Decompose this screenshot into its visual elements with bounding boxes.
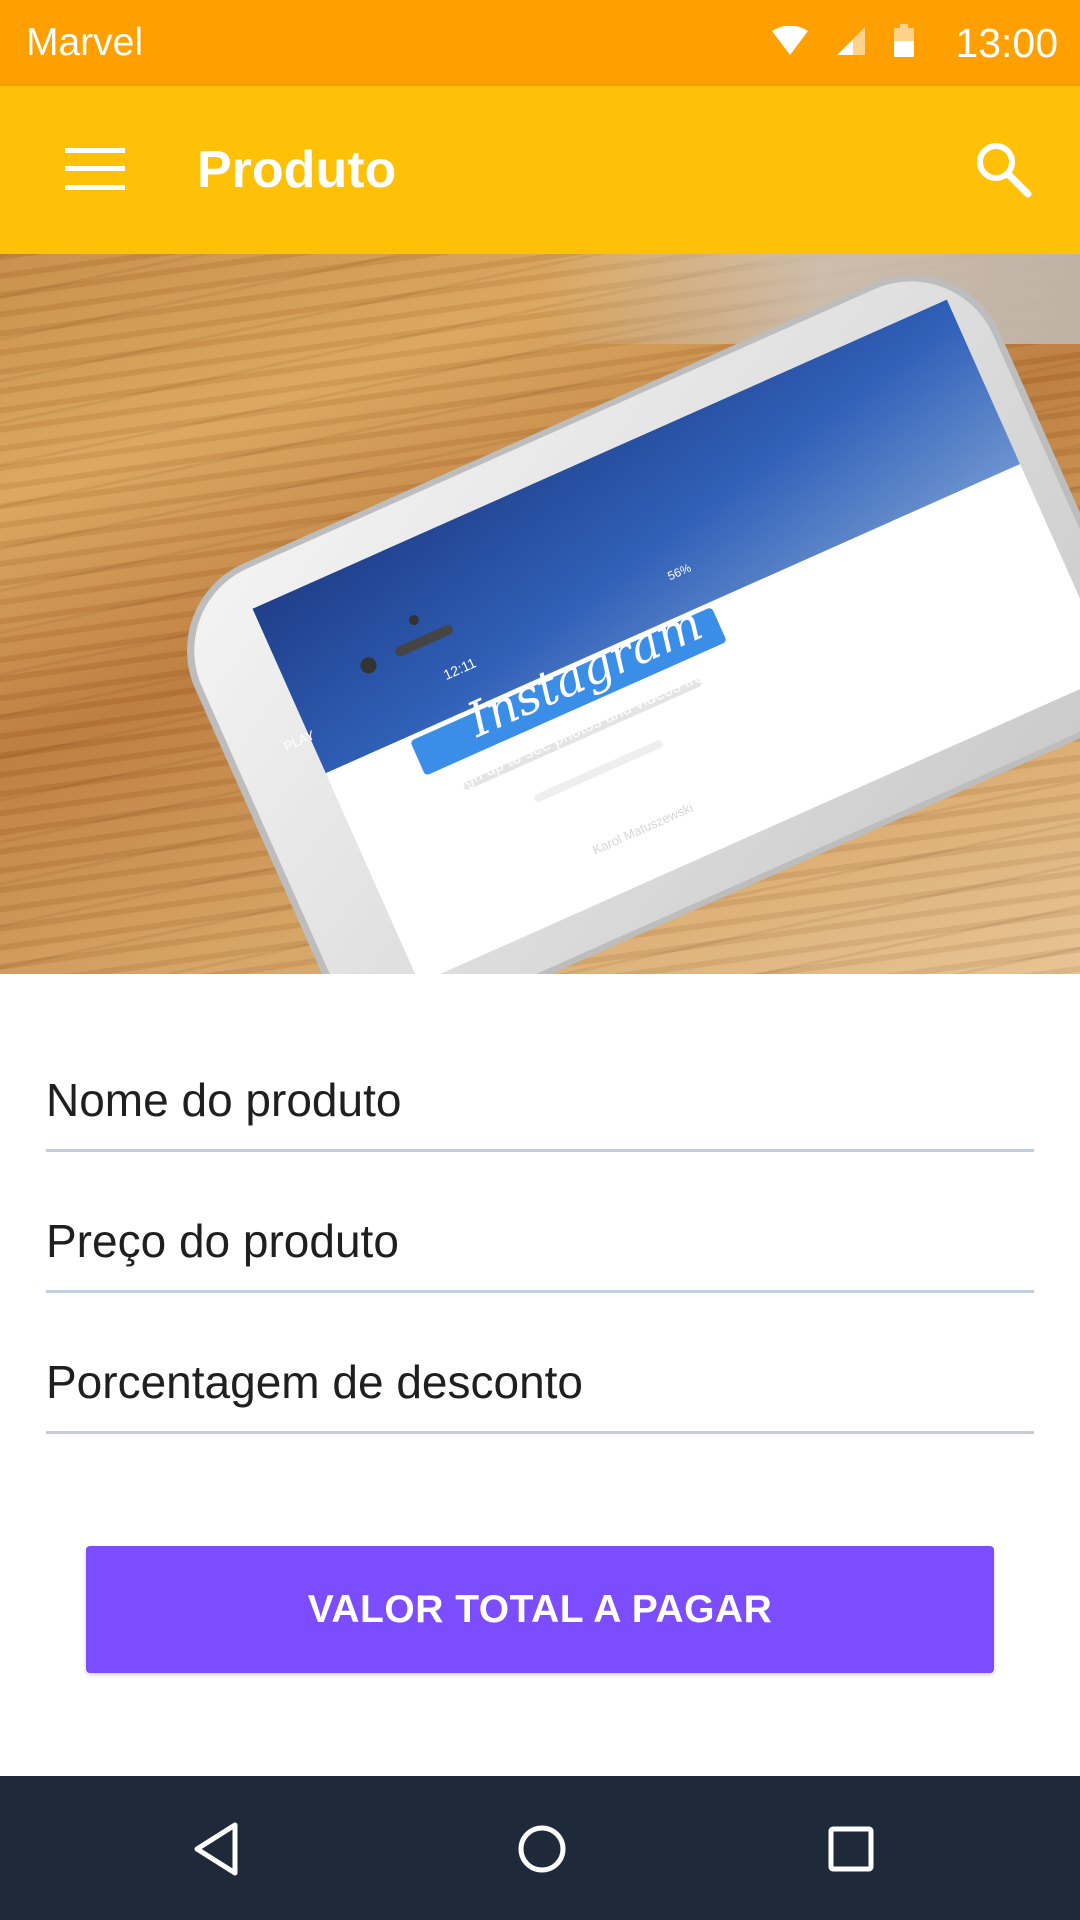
home-icon — [514, 1821, 570, 1882]
menu-button[interactable] — [50, 136, 140, 206]
product-name-input[interactable] — [46, 1073, 1034, 1127]
discount-field-wrapper — [46, 1293, 1034, 1434]
search-button[interactable] — [960, 128, 1046, 214]
status-time: 13:00 — [955, 19, 1058, 66]
status-bar: Marvel 13:00 — [0, 0, 1080, 86]
home-button[interactable] — [507, 1816, 577, 1886]
system-nav-bar — [0, 1776, 1080, 1920]
carrier-name: Marvel — [26, 21, 144, 64]
product-price-field-wrapper — [46, 1152, 1034, 1293]
search-icon — [974, 140, 1032, 203]
product-form — [46, 1040, 1034, 1434]
back-button[interactable] — [182, 1816, 252, 1886]
back-icon — [189, 1821, 245, 1882]
wifi-icon — [771, 25, 809, 61]
phone-illustration: Instagram 12:11 PLAY Sign up to see phot… — [187, 274, 1080, 974]
product-name-field-wrapper — [46, 1040, 1034, 1152]
recents-icon — [823, 1821, 879, 1882]
battery-icon — [893, 23, 915, 63]
status-icons: 13:00 — [771, 20, 1058, 67]
discount-percentage-input[interactable] — [46, 1355, 1034, 1409]
recents-button[interactable] — [816, 1816, 886, 1886]
product-price-input[interactable] — [46, 1214, 1034, 1268]
menu-icon — [65, 147, 125, 195]
product-image: Instagram 12:11 PLAY Sign up to see phot… — [0, 254, 1080, 974]
app-bar: Produto — [0, 86, 1080, 254]
total-to-pay-button[interactable]: VALOR TOTAL A PAGAR — [86, 1546, 994, 1673]
signal-icon — [835, 26, 867, 61]
page-title: Produto — [197, 141, 397, 199]
